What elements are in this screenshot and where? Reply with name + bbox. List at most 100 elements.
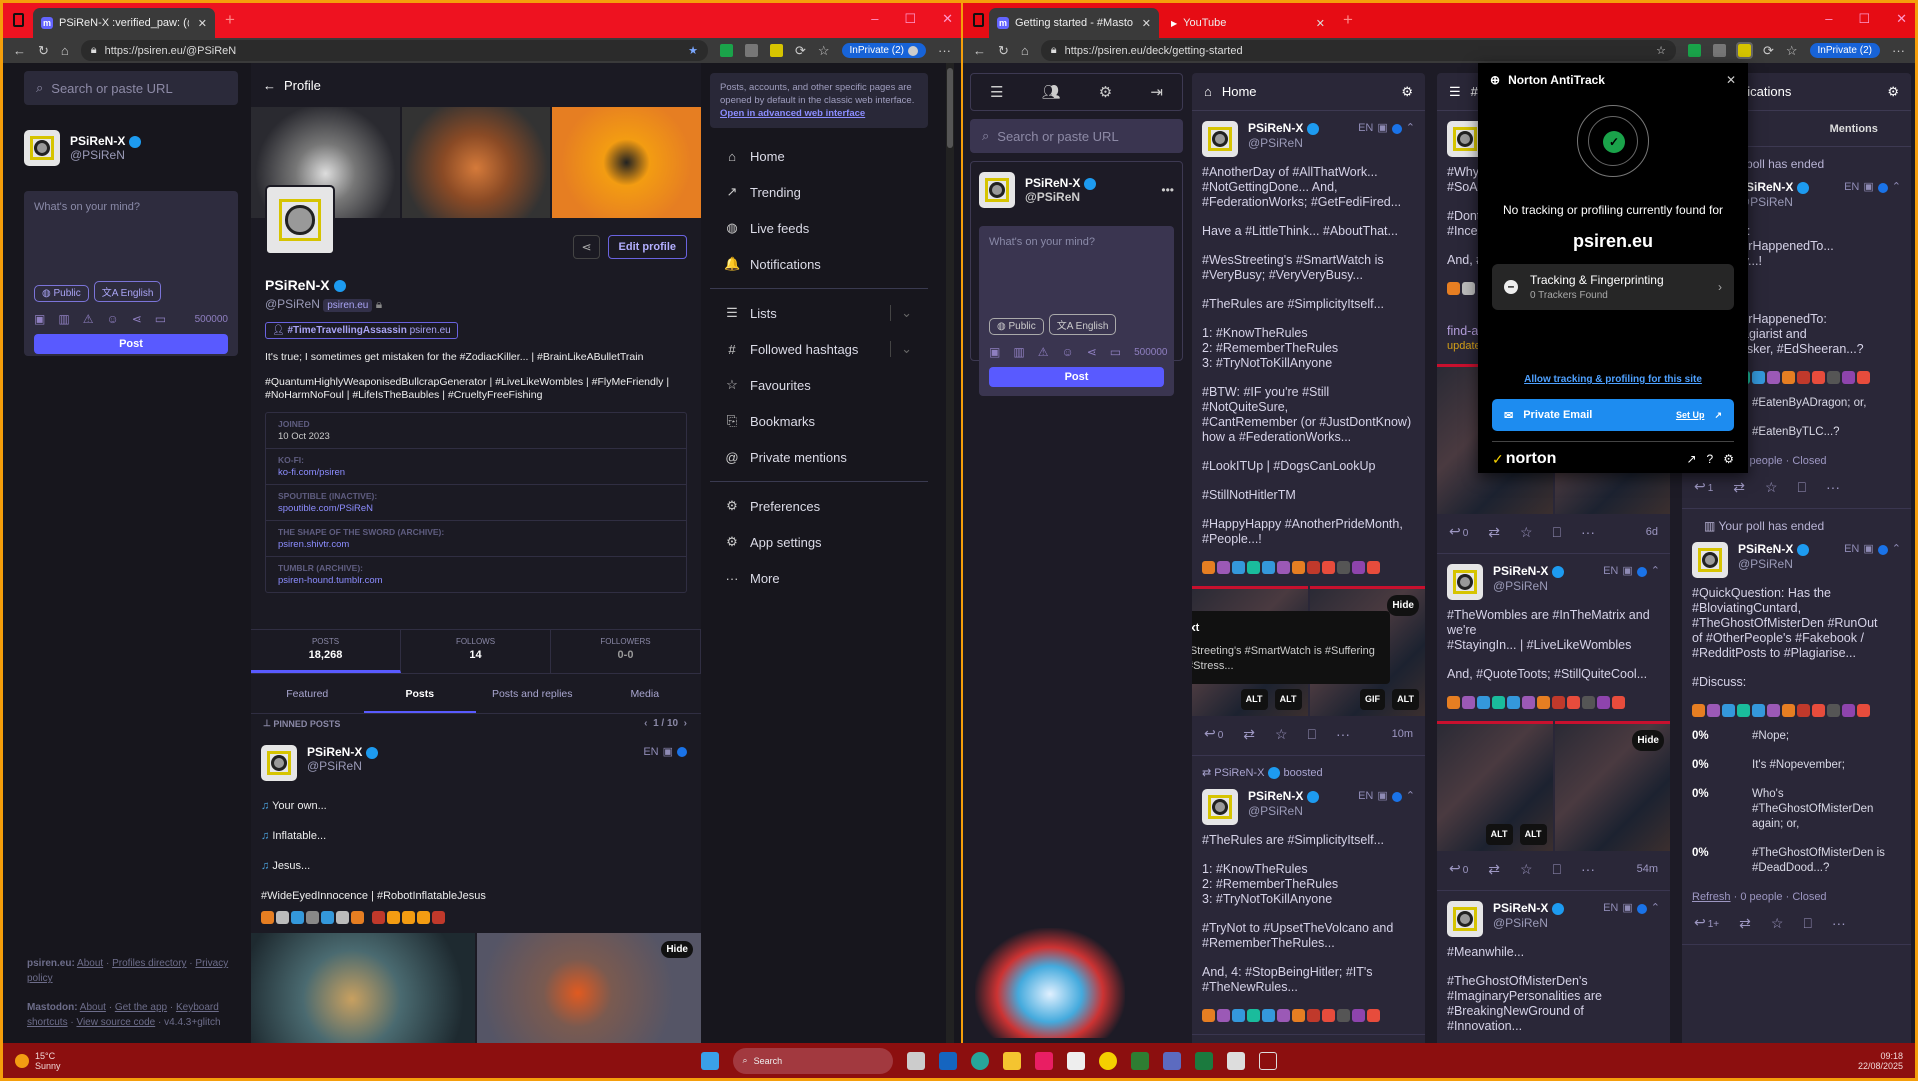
reply-icon[interactable]: ↩ 1+ [1694,915,1719,932]
avatar[interactable] [1447,564,1483,600]
more-icon[interactable]: ··· [1336,727,1350,742]
nav-bookmarks[interactable]: ⎘ Bookmarks [710,403,928,439]
browser-tab-deck[interactable]: mGetting started - #MastodonSpyB✕ [989,8,1159,38]
hide-media-button[interactable]: Hide [661,941,693,958]
avatar[interactable] [1447,901,1483,937]
boost-icon[interactable]: ⇄ [1243,727,1255,742]
media-gallery[interactable]: ALT ALT Hide [1437,721,1670,851]
about-link[interactable]: About [77,958,103,969]
norton-extension-icon[interactable] [769,44,783,57]
extension-icon[interactable] [744,44,758,57]
app-icon[interactable] [1226,1051,1245,1070]
tab-mentions[interactable]: Mentions [1797,123,1912,135]
poll-icon[interactable]: ▥ [1013,345,1024,359]
app-icon[interactable] [1034,1051,1053,1070]
avatar[interactable] [1202,121,1238,157]
outlook-icon[interactable] [938,1051,957,1070]
settings-icon[interactable]: ⚙ [1723,452,1734,466]
more-icon[interactable]: ··· [1581,525,1595,540]
nav-followed-hashtags[interactable]: # Followed hashtags ⌄ [710,331,928,367]
menu-icon[interactable]: ☰ [990,83,1003,101]
norton-extension-icon[interactable] [1735,42,1753,59]
poll-icon[interactable]: ▥ [58,312,69,326]
emoji-icon[interactable]: ☺ [106,312,118,326]
alt-badge[interactable]: GIF [1360,689,1385,710]
language-button[interactable]: 文A English [93,281,162,302]
xbox-icon[interactable] [1130,1051,1149,1070]
profile-avatar[interactable] [265,185,335,255]
collapse-icon[interactable]: ⌃ [1406,121,1415,136]
file-explorer-icon[interactable] [1002,1051,1021,1070]
post-button[interactable]: Post [989,367,1164,387]
close-tab-icon[interactable]: ✕ [1316,17,1325,30]
maximize-icon[interactable]: ☐ [1858,11,1870,27]
maximize-icon[interactable]: ☐ [904,11,916,27]
inprivate-badge[interactable]: InPrivate (2) [1809,43,1880,58]
stat-follows[interactable]: FOLLOWS 14 [401,630,551,673]
visibility-button[interactable]: ◍ Public [34,285,89,302]
language-button[interactable]: 文A English [1048,314,1117,335]
emoji-icon[interactable]: ☺ [1061,345,1073,359]
refresh-icon[interactable]: ↻ [998,43,1009,59]
task-view-icon[interactable] [906,1051,925,1070]
app-icon[interactable] [1258,1051,1277,1070]
logout-icon[interactable]: ⇥ [1150,83,1163,101]
close-window-icon[interactable]: ✕ [942,11,953,27]
extension-icon[interactable] [1712,44,1726,57]
url-field[interactable]: 🔒︎ https://psiren.eu/@PSiReN ★ [80,40,708,61]
compose-textarea[interactable]: What's on your mind? [989,236,1164,314]
tab-actions-icon[interactable] [973,13,984,27]
column-header[interactable]: ⌂ Home ⚙ [1192,73,1425,111]
media-icon[interactable]: ▣ [989,345,1000,359]
tab-media[interactable]: Media [589,674,702,713]
warning-icon[interactable]: ⚠ [1038,345,1049,359]
close-icon[interactable]: ✕ [1726,73,1736,87]
more-icon[interactable]: ··· [1826,480,1840,495]
favorites-icon[interactable]: ☆ [818,43,830,59]
edit-profile-button[interactable]: Edit profile [607,235,687,259]
collapse-icon[interactable]: ⌃ [1651,564,1660,579]
avatar[interactable] [261,745,297,781]
nav-favourites[interactable]: ☆ Favourites [710,367,928,403]
stat-posts[interactable]: POSTS 18,268 [251,630,401,673]
alt-badge[interactable]: ALT [1392,689,1419,710]
new-tab-icon[interactable]: + [225,10,235,30]
get-app-link[interactable]: Get the app [115,1002,167,1013]
source-code-link[interactable]: View source code [76,1017,155,1028]
hide-media-button[interactable]: Hide [1632,730,1664,751]
column-settings-icon[interactable]: ⚙ [1887,84,1899,100]
column-header[interactable]: ← Profile [251,63,701,107]
next-icon[interactable]: › [684,718,687,729]
tab-actions-icon[interactable] [13,13,24,27]
taskbar-search[interactable]: ⌕ Search [732,1047,893,1074]
avatar[interactable] [1202,789,1238,825]
search-input[interactable]: ⌕ Search or paste URL [970,119,1183,153]
home-icon[interactable]: ⌂ [1021,43,1029,58]
collapse-icon[interactable]: ⌃ [1406,789,1415,804]
alt-badge[interactable]: ALT [1519,824,1547,845]
favourite-icon[interactable]: ☆ [1771,916,1784,931]
post-button[interactable]: Post [34,334,228,354]
status[interactable]: PSiReN-X @PSiReN EN ▣ ⌃ #TheWombles are #InTh… [1437,554,1670,891]
media-icon[interactable]: ▣ [34,312,45,326]
reply-icon[interactable]: ↩ 1 [1694,479,1713,496]
thread-icon[interactable]: ▭ [1110,345,1121,359]
nav-more[interactable]: ··· More [710,560,928,596]
warning-icon[interactable]: ⚠ [83,312,94,326]
clock[interactable]: 09:18 22/08/2025 [1858,1051,1903,1071]
field-value[interactable]: psiren-hound.tumblr.com [278,575,674,586]
favourite-icon[interactable]: ☆ [1275,727,1288,742]
start-icon[interactable] [700,1051,719,1070]
open-external-icon[interactable]: ↗ [1686,452,1696,466]
nav-trending[interactable]: ↗ Trending [710,174,928,210]
home-icon[interactable]: ⌂ [61,43,69,58]
back-icon[interactable]: ← [973,43,986,58]
browser-tab-profile[interactable]: m PSiReN-X :verified_paw: (@PSiReN ✕ [33,8,215,38]
bookmark-icon[interactable]: ⎕ [1798,480,1806,495]
minimize-icon[interactable]: – [1825,11,1832,27]
collapse-icon[interactable]: ⌃ [1892,180,1901,195]
nav-lists[interactable]: ☰ Lists ⌄ [710,295,928,331]
status[interactable]: ⇄ PSiReN-X boosted PSiReN-X @PSiReN EN ▣ ⌃ #Th… [1192,756,1425,1035]
url-field[interactable]: 🔒︎ https://psiren.eu/deck/getting-started… [1040,40,1676,61]
favorites-icon[interactable]: ☆ [1786,43,1798,59]
